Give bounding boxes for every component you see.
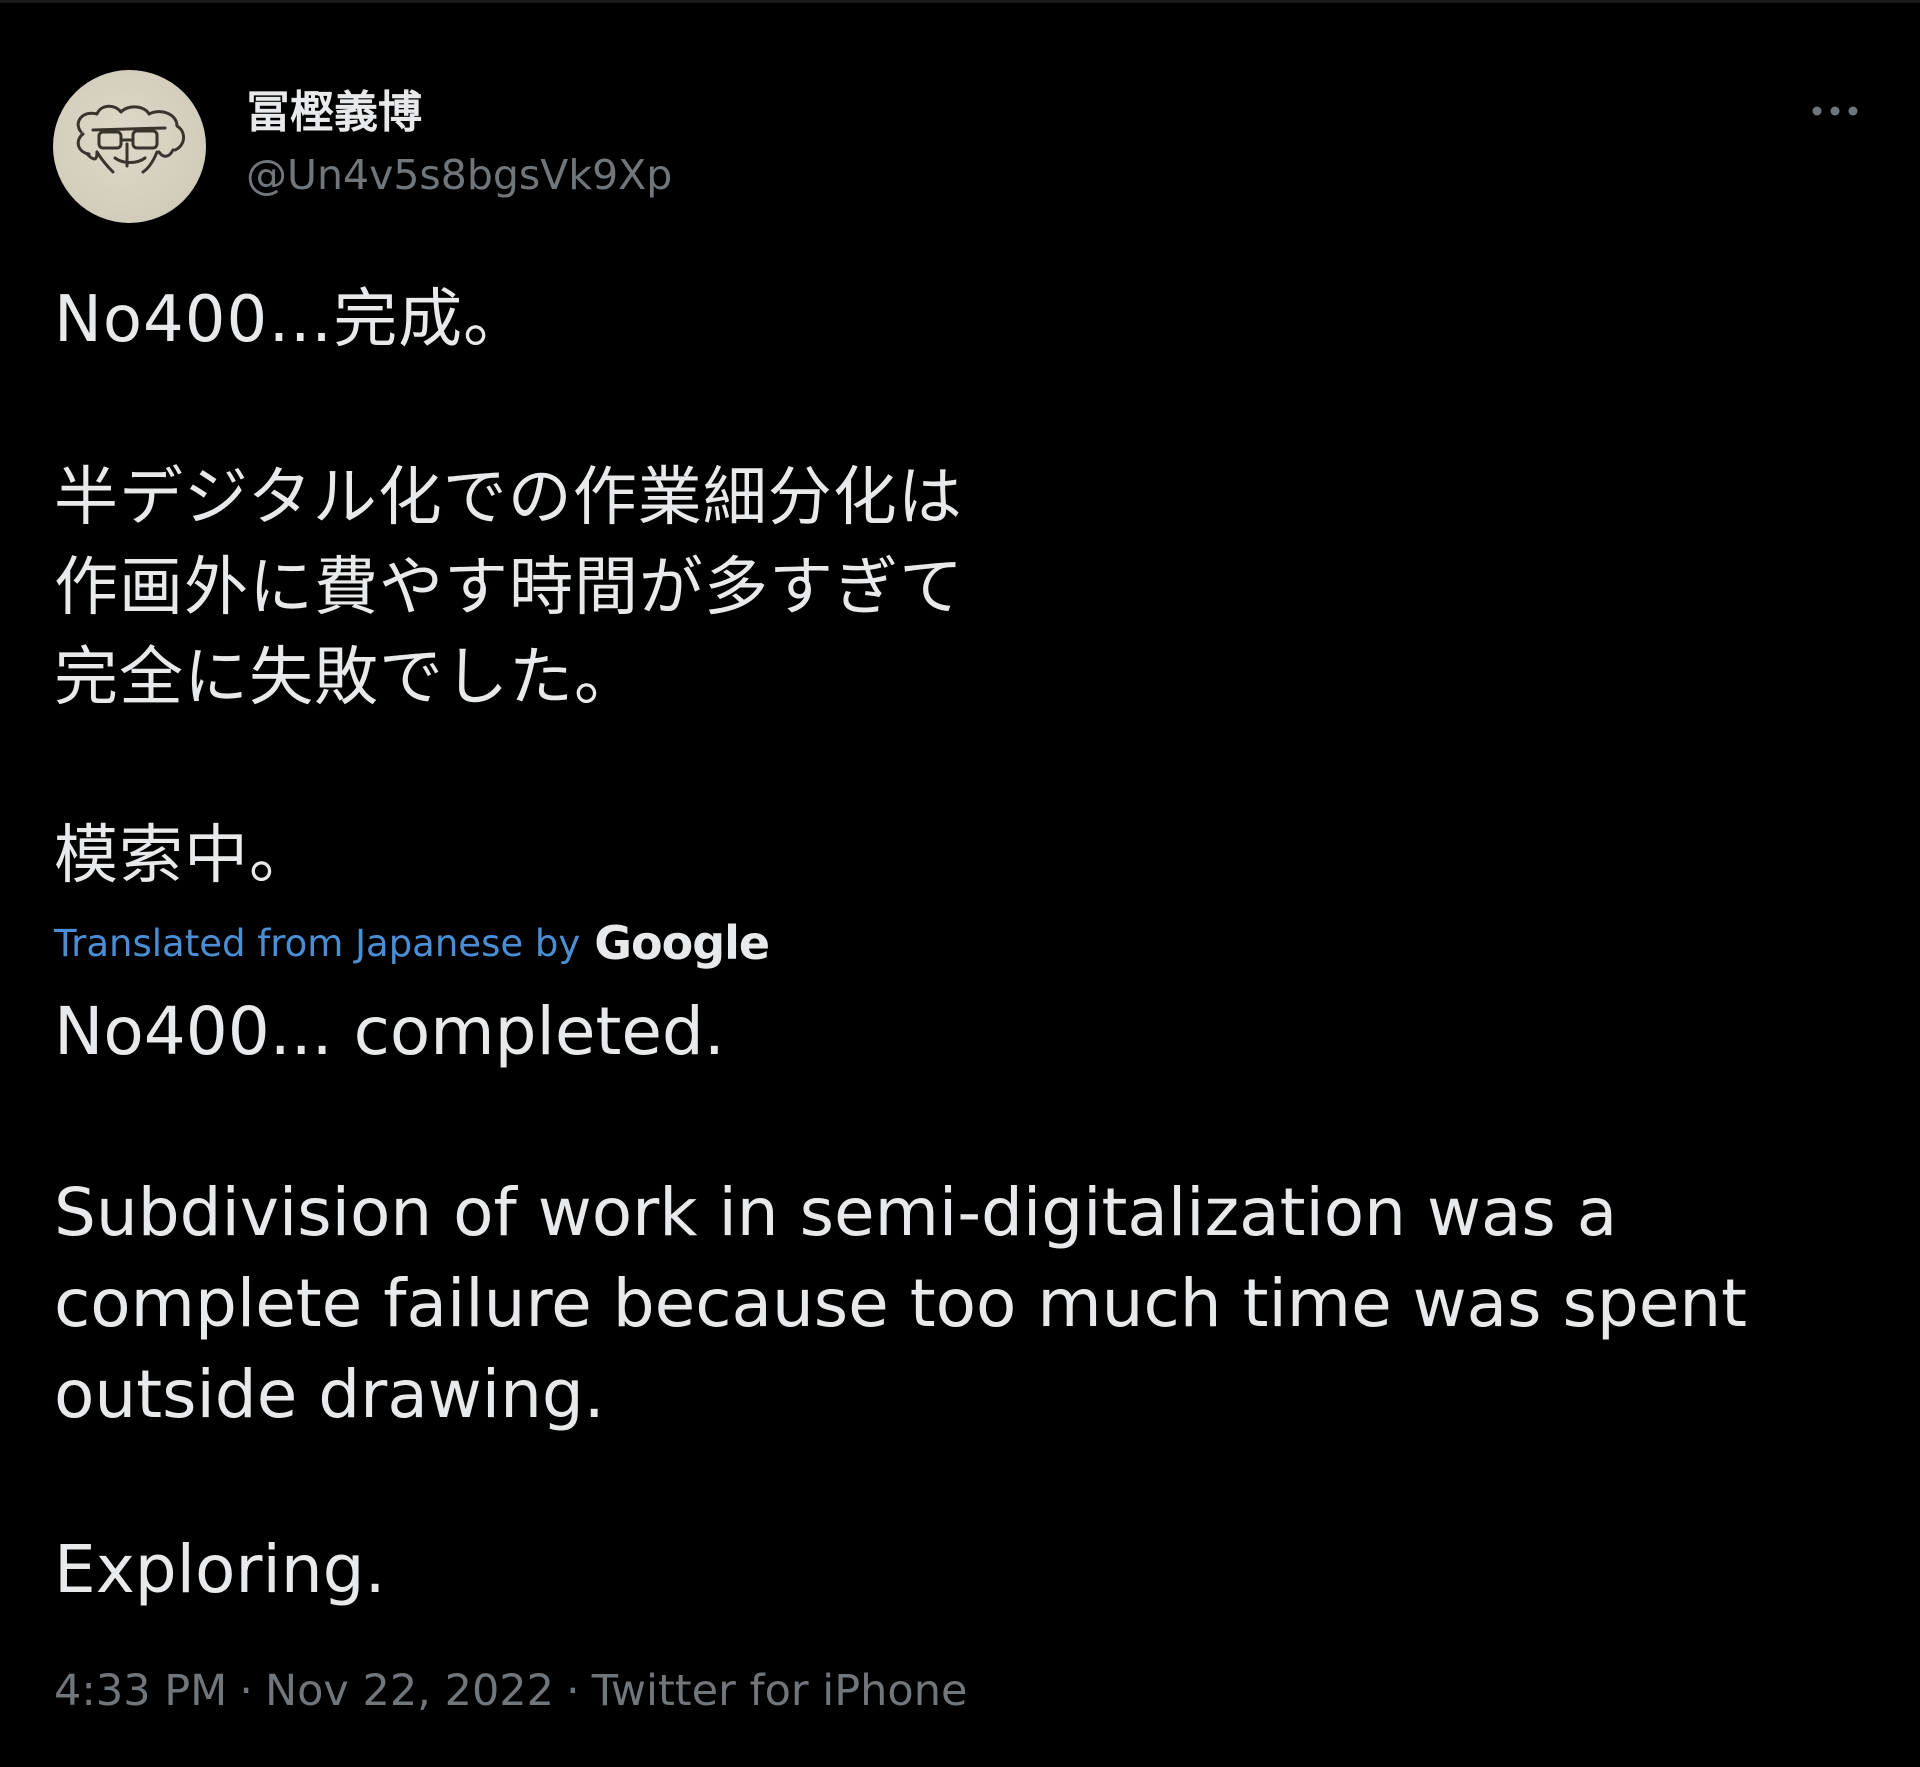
meta-separator: ·: [239, 1666, 253, 1716]
author-display-name[interactable]: 冨樫義博: [246, 85, 422, 141]
translation-attribution: Translated from Japanese by Google: [54, 915, 770, 971]
translated-text-line1: No400... completed.: [54, 993, 725, 1070]
meta-separator: ·: [566, 1666, 580, 1716]
tweet-card: 冨樫義博 @Un4v5s8bgsVk9Xp No400…完成。 半デジタル化での…: [0, 0, 1920, 1767]
more-options-button[interactable]: [1805, 91, 1865, 131]
translated-text-paragraph2: Subdivision of work in semi-digitalizati…: [54, 1174, 1748, 1433]
google-logo: Google: [594, 916, 770, 970]
tweet-metadata: 4:33 PM · Nov 22, 2022 · Twitter for iPhone: [54, 1663, 967, 1719]
translated-from-link[interactable]: Translated from Japanese by: [54, 922, 580, 965]
tweet-date[interactable]: Nov 22, 2022: [265, 1666, 554, 1716]
tweet-source[interactable]: Twitter for iPhone: [592, 1666, 968, 1716]
author-handle[interactable]: @Un4v5s8bgsVk9Xp: [246, 149, 672, 201]
avatar[interactable]: [53, 70, 206, 223]
ellipsis-icon: [1812, 106, 1858, 116]
avatar-drawing-icon: [76, 104, 185, 174]
original-text-paragraph3: 模索中。: [54, 819, 314, 893]
original-text-paragraph2: 半デジタル化での作業細分化は 作画外に費やす時間が多すぎて 完全に失敗でした。: [54, 461, 964, 715]
translated-text-paragraph3: Exploring.: [54, 1531, 386, 1608]
tweet-time[interactable]: 4:33 PM: [54, 1666, 227, 1716]
original-text-line1: No400…完成。: [54, 283, 529, 357]
